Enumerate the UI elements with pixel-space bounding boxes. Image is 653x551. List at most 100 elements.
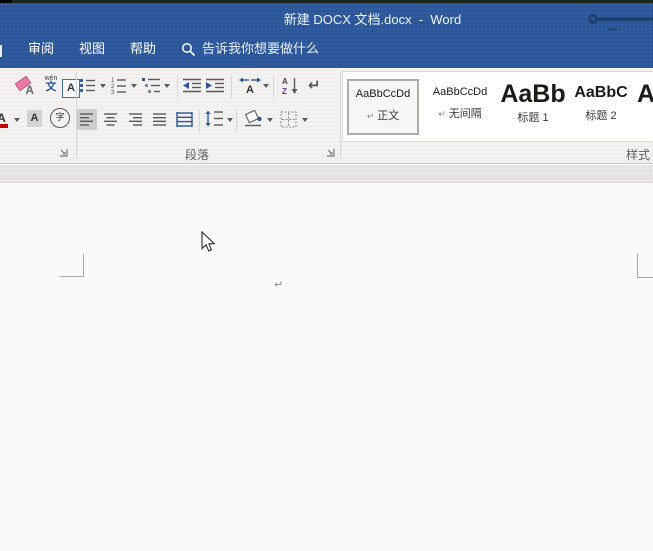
line-spacing-button[interactable] (205, 110, 224, 127)
font-color-bar (0, 124, 8, 128)
font-color-button[interactable]: A (0, 109, 9, 128)
decrease-indent-button[interactable] (183, 78, 202, 93)
line-spacing-icon (205, 110, 224, 127)
character-shading-icon: A (27, 110, 42, 127)
align-right-icon (129, 113, 143, 126)
phonetic-guide-icon: wén 文 (41, 75, 61, 97)
styles-gallery: AaBbCcDd ↵ 正文 AaBbCcDd ↵ 无间隔 AaBb 标题 1 A… (342, 71, 653, 142)
shading-button[interactable] (243, 110, 265, 128)
enclose-characters-button[interactable]: 字 (50, 108, 70, 128)
multilevel-dropdown-caret[interactable] (164, 84, 170, 88)
clipped-tab-fragment[interactable] (0, 45, 2, 57)
bullets-dropdown-caret[interactable] (100, 84, 106, 88)
separator (236, 110, 237, 132)
separator (199, 110, 200, 132)
align-left-button[interactable] (80, 113, 94, 126)
style-item-normal[interactable]: AaBbCcDd ↵ 正文 (347, 79, 419, 135)
align-right-button[interactable] (129, 113, 143, 126)
character-shading-button[interactable]: A (27, 110, 42, 127)
style-preview: AaBbCcDd (425, 79, 495, 105)
tab-help[interactable]: 帮助 (130, 40, 156, 58)
style-name: 无间隔 (449, 108, 482, 120)
styles-group-label: 样式 (600, 146, 650, 163)
asian-layout-dropdown-caret[interactable] (263, 84, 269, 88)
increase-indent-button[interactable] (206, 78, 225, 93)
margin-crop-mark-left (60, 276, 84, 277)
font-color-icon: A (0, 109, 9, 128)
font-color-dropdown-caret[interactable] (14, 118, 20, 122)
paragraph-style-mark: ↵ (438, 109, 446, 119)
style-item-clipped[interactable]: A (637, 79, 653, 131)
style-preview: AaBbCcDd (349, 81, 417, 107)
svg-text:A: A (246, 84, 254, 94)
numbering-button[interactable]: 1 2 3 (110, 77, 127, 94)
shading-dropdown-caret[interactable] (267, 118, 273, 122)
line-spacing-dropdown-caret[interactable] (227, 118, 233, 122)
svg-text:Z: Z (282, 87, 287, 95)
font-dialog-launcher[interactable] (58, 147, 69, 158)
borders-icon (280, 111, 297, 128)
paragraph-dialog-launcher[interactable] (325, 147, 336, 158)
distribute-icon (176, 111, 193, 128)
paragraph-style-mark: ↵ (367, 111, 375, 121)
decrease-indent-icon (183, 78, 202, 93)
ribbon: A wén 文 A A A 字 (0, 68, 653, 164)
tab-view[interactable]: 视图 (79, 40, 105, 58)
show-hide-marks-icon: ↵ (308, 76, 321, 94)
tell-me-box[interactable]: 告诉我你想要做什么 (202, 40, 319, 58)
shading-icon (243, 110, 265, 128)
margin-crop-mark-left (83, 254, 84, 276)
character-border-icon: A (62, 79, 80, 98)
bullets-icon (79, 78, 96, 93)
mouse-cursor-arrow (201, 231, 216, 253)
borders-dropdown-caret[interactable] (302, 118, 308, 122)
multilevel-list-button[interactable] (141, 77, 161, 94)
document-top-gap (0, 164, 653, 183)
justify-button[interactable] (153, 113, 167, 126)
increase-indent-icon (206, 78, 225, 93)
document-page[interactable] (0, 183, 653, 551)
show-hide-marks-button[interactable]: ↵ (308, 76, 321, 94)
svg-text:3: 3 (111, 90, 115, 94)
title-bar: 新建 DOCX 文档.docx - Word (0, 3, 653, 30)
ribbon-tab-bar: 审阅 视图 帮助 告诉我你想要做什么 (0, 30, 653, 68)
bullets-button[interactable] (79, 78, 96, 93)
style-name: 标题 1 (500, 109, 566, 125)
enclose-characters-icon: 字 (50, 108, 70, 128)
clear-formatting-icon: A (15, 77, 35, 97)
asian-layout-icon: A (239, 76, 261, 94)
clear-formatting-button[interactable]: A (15, 77, 35, 97)
align-left-icon (80, 113, 94, 126)
separator (231, 76, 232, 98)
align-center-icon (104, 113, 118, 126)
numbering-icon: 1 2 3 (110, 77, 127, 94)
phonetic-guide-button[interactable]: wén 文 (41, 75, 61, 97)
style-preview: AaBbC (569, 79, 633, 107)
margin-crop-mark-right (637, 253, 638, 277)
align-center-button[interactable] (104, 113, 118, 126)
distribute-button[interactable] (176, 111, 193, 128)
style-name: 正文 (377, 110, 399, 122)
group-separator (340, 72, 341, 158)
sort-button[interactable]: A Z (282, 76, 300, 95)
numbering-dropdown-caret[interactable] (131, 84, 137, 88)
style-item-heading1[interactable]: AaBb 标题 1 (500, 79, 566, 131)
separator (177, 76, 178, 98)
justify-icon (153, 113, 167, 126)
search-icon[interactable] (181, 42, 196, 57)
tab-review[interactable]: 审阅 (28, 40, 54, 58)
separator (273, 76, 274, 98)
window-title: 新建 DOCX 文档.docx - Word (0, 9, 653, 28)
svg-text:A: A (282, 77, 288, 86)
paragraph-group-label: 段落 (167, 146, 227, 163)
style-item-no-spacing[interactable]: AaBbCcDd ↵ 无间隔 (425, 79, 495, 131)
style-preview: AaBb (500, 79, 566, 109)
margin-crop-mark-right (637, 277, 653, 278)
borders-button[interactable] (280, 111, 297, 128)
character-border-button[interactable]: A (62, 79, 80, 98)
word-window: 新建 DOCX 文档.docx - Word 审阅 视图 帮助 告诉我你想要做什… (0, 0, 653, 551)
style-item-heading2[interactable]: AaBbC 标题 2 (569, 79, 633, 131)
multilevel-list-icon (141, 77, 161, 94)
style-preview: A (637, 79, 653, 109)
asian-layout-button[interactable]: A (239, 76, 261, 94)
